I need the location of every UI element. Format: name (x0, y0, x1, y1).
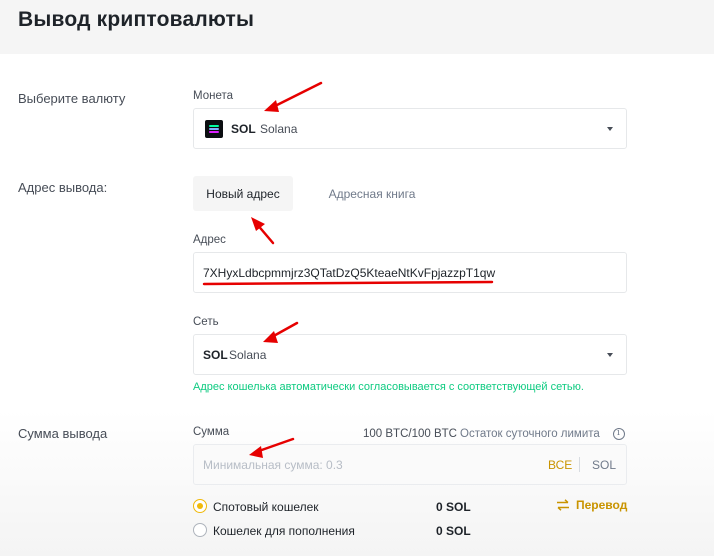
amount-unit: SOL (592, 458, 617, 472)
chevron-down-icon (607, 353, 613, 357)
coin-select[interactable]: SOL Solana (193, 108, 627, 149)
solana-logo-icon (205, 120, 223, 138)
coin-name: Solana (260, 122, 298, 136)
address-value: 7XHyxLdbcpmmjrz3QTatDzQ5KteaeNtKvFpjazzp… (203, 266, 496, 280)
coin-field-label: Монета (193, 90, 234, 102)
transfer-arrows-icon (557, 499, 569, 511)
network-symbol: SOL (203, 348, 228, 362)
amount-input[interactable]: Минимальная сумма: 0.3 ВСЕ SOL (193, 444, 627, 485)
divider (579, 457, 580, 472)
network-hint: Адрес кошелька автоматически согласовыва… (193, 381, 584, 393)
funding-wallet-radio[interactable] (193, 523, 207, 537)
tab-new-address[interactable]: Новый адрес (193, 176, 293, 211)
network-select[interactable]: SOL Solana (193, 334, 627, 375)
tab-address-book[interactable]: Адресная книга (316, 176, 428, 211)
coin-symbol: SOL (231, 122, 256, 136)
chevron-down-icon (607, 127, 613, 131)
address-section-label: Адрес вывода: (18, 180, 108, 195)
address-field-label: Адрес (193, 234, 226, 246)
funding-wallet-label[interactable]: Кошелек для пополнения (213, 524, 355, 538)
spot-wallet-balance: 0 SOL (436, 500, 471, 514)
page-header: Вывод криптовалюты (0, 0, 714, 54)
page-title: Вывод криптовалюты (18, 8, 255, 31)
funding-wallet-balance: 0 SOL (436, 524, 471, 538)
amount-field-label: Сумма (193, 426, 230, 438)
info-icon[interactable] (613, 428, 625, 440)
spot-wallet-radio[interactable] (193, 499, 207, 513)
daily-limit-value: 100 BTC/100 BTC (363, 428, 457, 440)
address-input[interactable]: 7XHyxLdbcpmmjrz3QTatDzQ5KteaeNtKvFpjazzp… (193, 252, 627, 293)
amount-placeholder: Минимальная сумма: 0.3 (203, 458, 343, 472)
network-field-label: Сеть (193, 316, 219, 328)
max-amount-button[interactable]: ВСЕ (548, 458, 572, 472)
amount-section-label: Сумма вывода (18, 426, 108, 441)
transfer-label: Перевод (576, 498, 628, 512)
currency-section-label: Выберите валюту (18, 91, 126, 106)
daily-limit-label: Остаток суточного лимита (460, 428, 600, 440)
annotation-arrow-new-address (251, 217, 275, 245)
network-name: Solana (229, 348, 267, 362)
transfer-button[interactable]: Перевод (556, 498, 627, 512)
spot-wallet-label[interactable]: Спотовый кошелек (213, 500, 319, 514)
